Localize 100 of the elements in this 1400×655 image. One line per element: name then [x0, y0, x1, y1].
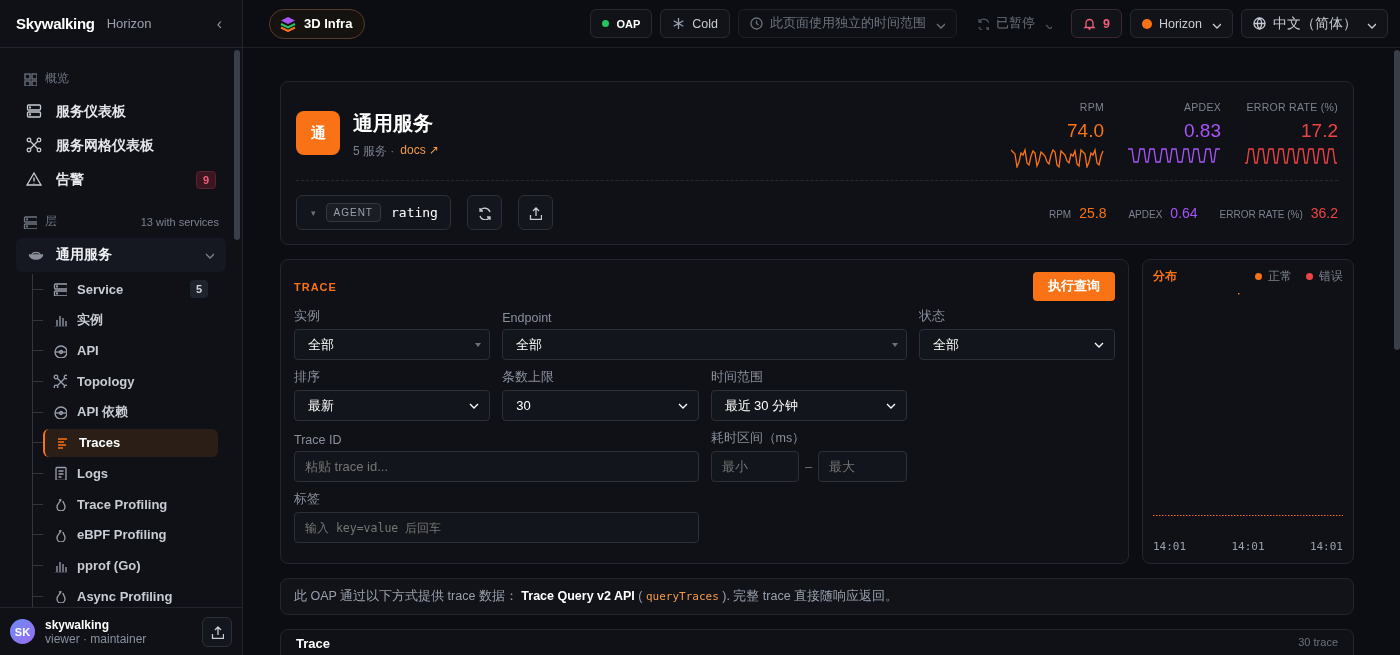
metric-value: 0.64	[1170, 204, 1198, 221]
count-badge: 5	[189, 280, 208, 299]
agent-selector[interactable]: ▾ AGENT rating	[296, 195, 451, 230]
group-label: 通用服务	[56, 246, 112, 264]
cold-button[interactable]: Cold	[660, 9, 730, 38]
field-label: 条数上限	[502, 369, 556, 386]
nav-label: 实例	[77, 311, 103, 330]
bar-chart-icon	[53, 313, 67, 328]
dropdown[interactable]: 全部	[918, 329, 1115, 360]
metric-value: 74.0	[1067, 120, 1104, 142]
project-button[interactable]: 3D Infra	[269, 8, 366, 39]
nav-item[interactable]: Async Profiling	[43, 582, 218, 607]
nav-item[interactable]: Logs	[43, 459, 218, 488]
refresh-icon	[477, 205, 492, 220]
metric-value: 36.2	[1310, 204, 1338, 221]
nav-item[interactable]: 告警 9	[16, 163, 226, 197]
section-count: 13 with services	[140, 215, 219, 228]
nav-item[interactable]: API 依赖	[43, 398, 218, 427]
refresh-icon	[975, 17, 989, 30]
dropdown[interactable]: 最新	[294, 390, 491, 421]
nav-label: Logs	[77, 465, 109, 481]
metric-label: ERROR RATE (%)	[1219, 208, 1303, 220]
panel-title: TRACE	[294, 280, 337, 293]
dropdown[interactable]: 最近 30 分钟	[710, 390, 907, 421]
metric-label: ERROR RATE (%)	[1246, 101, 1338, 113]
results-count: 30 trace	[1298, 636, 1338, 648]
alerts-button[interactable]: 9	[1070, 9, 1122, 38]
tenant-dropdown[interactable]: Horizon	[1129, 9, 1233, 38]
legend-label: 正常	[1268, 268, 1292, 285]
field-label: 标签	[294, 491, 321, 508]
status-button[interactable]: OAP	[590, 9, 653, 38]
snowflake-icon	[672, 17, 686, 30]
collapse-button[interactable]: ‹	[212, 14, 226, 33]
network-icon	[53, 374, 67, 389]
nav-item[interactable]: Service 5	[43, 275, 218, 304]
nav-item[interactable]: 服务仪表板	[16, 95, 226, 129]
upload-icon	[528, 205, 543, 220]
export-button[interactable]	[202, 616, 232, 647]
globe-icon	[1253, 17, 1266, 30]
dropdown[interactable]: 30	[502, 390, 699, 421]
axis-tick-label: 14:01	[1231, 540, 1265, 553]
nav-label: API 依赖	[77, 403, 129, 422]
results-title: Trace	[296, 636, 330, 651]
range-separator: –	[805, 459, 813, 474]
input-field[interactable]: 最大	[818, 451, 907, 482]
count-badge: 9	[195, 171, 216, 189]
nav-label: eBPF Profiling	[77, 527, 167, 543]
language-dropdown[interactable]: 中文（简体）	[1241, 9, 1388, 38]
metric-value: 25.8	[1079, 204, 1107, 221]
nav-item[interactable]: pprof (Go)	[43, 551, 218, 580]
nav-item[interactable]: Trace Profiling	[43, 490, 218, 519]
field-label: 实例	[294, 308, 321, 325]
nav-label: API	[77, 343, 99, 359]
scrollbar-thumb[interactable]	[1394, 50, 1400, 350]
api-icon	[53, 343, 67, 358]
field-label: Trace ID	[294, 432, 343, 447]
list-icon	[55, 435, 69, 450]
agent-tag: AGENT	[325, 203, 381, 222]
refresh-button[interactable]	[466, 195, 502, 230]
server-icon	[26, 103, 44, 121]
user-role: viewer · maintainer	[45, 631, 148, 646]
nav-label: Service	[77, 281, 124, 297]
service-count: 5 服务 ·	[353, 143, 395, 160]
input-field[interactable]: 粘贴 trace id...	[294, 451, 699, 482]
field-label: 耗时区间（ms）	[710, 430, 807, 447]
selector-value: rating	[391, 205, 438, 220]
nav-item[interactable]: Topology	[43, 367, 218, 396]
nav-label: Topology	[77, 373, 135, 389]
input-field[interactable]: 输入 key=value 后回车	[294, 512, 699, 543]
nav-item[interactable]: 服务网格仪表板	[16, 129, 226, 163]
nav-label: Async Profiling	[77, 588, 173, 604]
field-label: 状态	[918, 308, 946, 325]
nav-item[interactable]: eBPF Profiling	[43, 520, 218, 549]
pause-dropdown[interactable]: 已暂停	[964, 9, 1063, 38]
nav-item[interactable]: API	[43, 336, 218, 365]
server-icon	[53, 282, 67, 297]
nav-item[interactable]: 实例	[43, 306, 218, 335]
nav-item[interactable]: Traces	[43, 428, 218, 457]
layer-group[interactable]: 通用服务	[16, 238, 226, 272]
warning-icon	[26, 171, 44, 189]
service-title: 通用服务	[353, 111, 434, 136]
time-range-dropdown[interactable]: 此页面使用独立的时间范围	[737, 9, 957, 38]
upload-icon	[210, 624, 224, 639]
nav-label: 服务仪表板	[56, 103, 126, 121]
export-button[interactable]	[517, 195, 553, 230]
clock-icon	[749, 17, 763, 30]
product-name: Horizon	[106, 16, 153, 31]
nav-label: pprof (Go)	[77, 558, 141, 574]
docs-link[interactable]: docs ↗	[400, 143, 440, 160]
dropdown[interactable]: 全部	[294, 329, 491, 360]
logo-text: Skywalking	[16, 15, 95, 32]
layers-icon	[280, 15, 296, 32]
scrollbar-thumb[interactable]	[234, 50, 240, 240]
metric-value: 0.83	[1184, 120, 1221, 142]
dropdown[interactable]: 全部	[502, 329, 907, 360]
panel-title: 分布	[1153, 268, 1177, 285]
input-field[interactable]: 最小	[710, 451, 799, 482]
section-label: 层	[45, 213, 57, 230]
nav-label: Traces	[79, 435, 121, 451]
network-icon	[26, 137, 44, 155]
